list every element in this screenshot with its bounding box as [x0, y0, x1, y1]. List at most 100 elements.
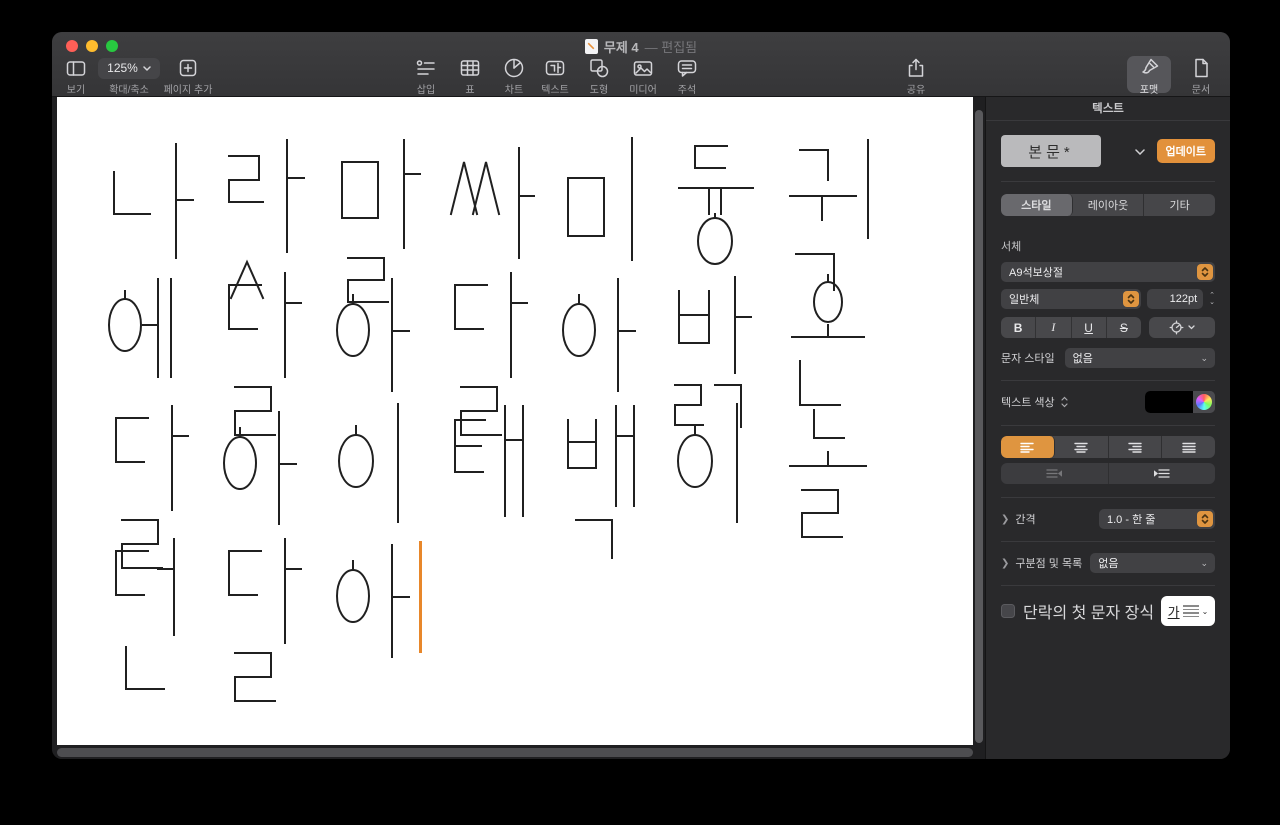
- pages-window: 무제 4 — 편집됨 보기 125% 확대/축소 페이지 추가 삽입 표: [52, 32, 1230, 759]
- window-title-edited: — 편집됨: [645, 37, 698, 56]
- align-right-button[interactable]: [1109, 436, 1163, 458]
- char-style-dropdown[interactable]: 없음 ⌄: [1065, 348, 1215, 368]
- dropcap-style-button[interactable]: 가 ⌄: [1161, 596, 1215, 626]
- strikethrough-button[interactable]: S: [1107, 317, 1141, 338]
- format-buttons: B I U S: [1001, 317, 1141, 338]
- add-page-icon: [176, 56, 200, 80]
- font-size-stepper[interactable]: ⌃⌄: [1209, 293, 1215, 306]
- dropcap-lines-icon: [1183, 605, 1199, 617]
- paragraph-style-preview[interactable]: 본문*: [1001, 135, 1101, 167]
- char-style-label: 문자 스타일: [1001, 350, 1055, 366]
- shape-button[interactable]: 도형: [577, 56, 621, 96]
- window-title-bar: 무제 4 — 편집됨: [52, 36, 1230, 56]
- dropcap-preview-char: 가: [1168, 602, 1180, 621]
- divider: [1001, 541, 1215, 542]
- style-chevron-down-icon[interactable]: [1135, 142, 1145, 160]
- stepper-icon[interactable]: [1197, 511, 1213, 527]
- color-wheel-button[interactable]: [1193, 391, 1215, 413]
- view-button[interactable]: 보기: [54, 56, 98, 96]
- horizontal-scrollbar[interactable]: [57, 748, 973, 757]
- underline-button[interactable]: U: [1072, 317, 1107, 338]
- paragraph-style-row: 본문* 업데이트: [1001, 135, 1215, 167]
- text-box-icon: [543, 56, 567, 80]
- dropcap-checkbox[interactable]: [1001, 604, 1015, 618]
- chevron-down-icon: [1188, 325, 1195, 330]
- add-page-button[interactable]: 페이지 추가: [160, 56, 216, 96]
- toolbar: 무제 4 — 편집됨 보기 125% 확대/축소 페이지 추가 삽입 표: [52, 32, 1230, 97]
- color-wheel-icon: [1196, 394, 1212, 410]
- document-settings-button[interactable]: 문서: [1179, 56, 1223, 96]
- advanced-options-button[interactable]: [1149, 317, 1215, 338]
- spacing-dropdown[interactable]: 1.0 - 한 줄: [1099, 509, 1215, 529]
- align-justify-button[interactable]: [1162, 436, 1215, 458]
- tab-layout[interactable]: 레이아웃: [1073, 194, 1145, 216]
- media-button[interactable]: 미디어: [621, 56, 665, 96]
- table-button[interactable]: 표: [448, 56, 492, 96]
- document-icon: [585, 39, 598, 54]
- share-icon: [904, 56, 928, 80]
- align-left-button[interactable]: [1001, 436, 1055, 458]
- document-page[interactable]: [57, 97, 973, 745]
- document-text: [57, 97, 973, 745]
- disclosure-chevron-icon[interactable]: ❯: [1001, 558, 1009, 569]
- italic-button[interactable]: I: [1036, 317, 1071, 338]
- alignment-buttons: [1001, 436, 1215, 458]
- text-cursor: [419, 541, 422, 653]
- bullets-dropdown[interactable]: 없음 ⌄: [1090, 553, 1215, 573]
- decrease-indent-button[interactable]: [1001, 463, 1109, 484]
- divider: [1001, 380, 1215, 381]
- disclosure-chevron-icon[interactable]: ❯: [1001, 514, 1009, 525]
- stepper-icon[interactable]: [1123, 291, 1139, 307]
- tab-more[interactable]: 기타: [1144, 194, 1215, 216]
- document-page-icon: [1189, 56, 1213, 80]
- comment-button[interactable]: 주석: [665, 56, 709, 96]
- font-style-dropdown[interactable]: 일반체: [1001, 289, 1141, 309]
- text-button[interactable]: 텍스트: [533, 56, 577, 96]
- document-canvas: [52, 97, 985, 759]
- shapes-icon: [587, 56, 611, 80]
- indent-buttons: [1001, 463, 1215, 484]
- format-button[interactable]: 포맷: [1127, 56, 1171, 93]
- pie-chart-icon: [502, 56, 526, 80]
- dropcap-label: 단락의 첫 문자 장식: [1023, 599, 1154, 623]
- text-color-control[interactable]: [1145, 391, 1215, 413]
- insert-icon: [414, 56, 438, 80]
- share-button[interactable]: 공유: [894, 56, 938, 96]
- paintbrush-icon: [1137, 56, 1161, 80]
- tab-style[interactable]: 스타일: [1001, 194, 1073, 216]
- text-color-label: 텍스트 색상: [1001, 394, 1055, 410]
- window-title: 무제 4: [604, 37, 639, 56]
- comment-icon: [675, 56, 699, 80]
- chart-button[interactable]: 차트: [492, 56, 536, 96]
- current-color-swatch[interactable]: [1145, 391, 1193, 413]
- divider: [1001, 181, 1215, 182]
- spacing-label: 간격: [1015, 511, 1035, 527]
- sidebar-panel-icon: [64, 56, 88, 80]
- media-icon: [631, 56, 655, 80]
- divider: [1001, 497, 1215, 498]
- font-family-dropdown[interactable]: A9석보상절: [1001, 262, 1215, 282]
- bold-button[interactable]: B: [1001, 317, 1036, 338]
- chevron-down-icon: ⌄: [1200, 353, 1208, 364]
- stepper-icon[interactable]: [1197, 264, 1213, 280]
- increase-indent-button[interactable]: [1109, 463, 1216, 484]
- update-style-button[interactable]: 업데이트: [1157, 139, 1215, 163]
- zoom-control[interactable]: 125% 확대/축소: [98, 56, 160, 96]
- divider: [1001, 425, 1215, 426]
- chevron-down-icon: ⌄: [1200, 558, 1208, 569]
- bullets-label: 구분점 및 목록: [1015, 555, 1082, 571]
- gear-icon: [1169, 320, 1184, 335]
- font-size-field[interactable]: 122pt: [1147, 289, 1203, 309]
- sidebar-header: 텍스트: [986, 97, 1230, 121]
- insert-button[interactable]: 삽입: [404, 56, 448, 96]
- font-section-label: 서체: [1001, 238, 1215, 254]
- table-icon: [458, 56, 482, 80]
- vertical-scrollbar[interactable]: [975, 110, 983, 743]
- format-sidebar: 텍스트 본문* 업데이트 스타일 레이아웃 기타 서체 A9석보상절: [985, 97, 1230, 759]
- chevron-down-icon: ⌄: [1202, 607, 1209, 616]
- divider: [1001, 585, 1215, 586]
- chevron-down-icon: [143, 66, 151, 71]
- align-center-button[interactable]: [1055, 436, 1109, 458]
- zoom-dropdown[interactable]: 125%: [98, 58, 160, 79]
- up-down-chevrons-icon: [1060, 396, 1069, 408]
